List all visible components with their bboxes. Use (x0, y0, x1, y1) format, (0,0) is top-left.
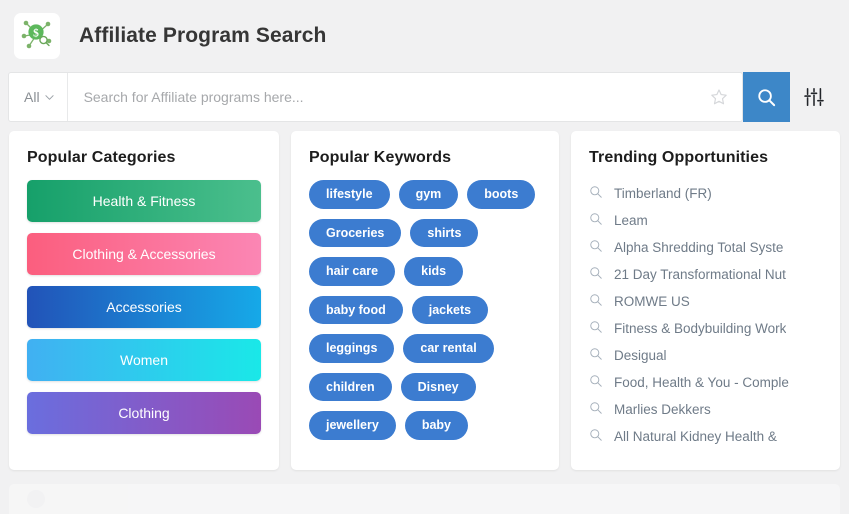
keyword-pill[interactable]: kids (404, 257, 464, 286)
trending-opportunities-panel: Trending Opportunities Timberland (FR) Le… (571, 131, 840, 470)
trending-item-label: Food, Health & You - Comple (614, 375, 789, 390)
keyword-pill[interactable]: Groceries (309, 218, 402, 247)
search-icon (589, 428, 603, 445)
trending-item-label: Fitness & Bodybuilding Work (614, 321, 787, 336)
trending-item-label: Marlies Dekkers (614, 402, 711, 417)
sliders-filter-icon (804, 87, 824, 107)
app-header: $ Affiliate Program Search (0, 0, 849, 72)
search-icon (589, 239, 603, 256)
keyword-pill[interactable]: shirts (410, 218, 479, 247)
search-icon (589, 266, 603, 283)
trending-item-label: Alpha Shredding Total Syste (614, 240, 784, 255)
trending-item-label: Timberland (FR) (614, 186, 712, 201)
popular-keywords-panel: Popular Keywords lifestyle gym boots Grocer… (291, 131, 559, 470)
search-bar: All (8, 72, 841, 122)
keyword-pill[interactable]: children (309, 372, 392, 401)
category-button[interactable]: Clothing & Accessories (27, 233, 261, 275)
sort-order-button[interactable] (838, 72, 849, 122)
trending-item[interactable]: Desigual (589, 342, 822, 369)
favorite-search-button[interactable] (706, 73, 742, 121)
keyword-pill[interactable]: hair care (309, 257, 396, 286)
keyword-pill[interactable]: leggings (309, 334, 395, 363)
keyword-pill[interactable]: jackets (411, 295, 489, 324)
trending-item-label: Leam (614, 213, 648, 228)
keyword-pill[interactable]: gym (398, 180, 459, 209)
trending-item[interactable]: Fitness & Bodybuilding Work (589, 315, 822, 342)
search-icon (589, 212, 603, 229)
popular-categories-title: Popular Categories (27, 149, 176, 166)
category-button-label: Health & Fitness (92, 193, 196, 209)
search-field-group: All (8, 72, 743, 122)
keyword-pill[interactable]: baby (404, 411, 469, 440)
trending-item-label: 21 Day Transformational Nut (614, 267, 786, 282)
keyword-pill[interactable]: car rental (403, 334, 494, 363)
search-icon (589, 293, 603, 310)
category-button[interactable]: Health & Fitness (27, 180, 261, 222)
keyword-pill[interactable]: boots (467, 180, 536, 209)
page-title: Affiliate Program Search (79, 24, 327, 47)
panels-row: Popular Categories Health & Fitness Cloth… (0, 122, 849, 470)
popular-categories-panel: Popular Categories Health & Fitness Cloth… (9, 131, 279, 470)
search-icon (589, 185, 603, 202)
trending-item-label: All Natural Kidney Health & (614, 429, 777, 444)
keyword-pill[interactable]: jewellery (309, 411, 396, 440)
trending-item-label: ROMWE US (614, 294, 690, 309)
trending-item-label: Desigual (614, 348, 667, 363)
filter-settings-button[interactable] (790, 72, 838, 122)
bottom-partial-card (9, 484, 840, 514)
category-button[interactable]: Women (27, 339, 261, 381)
search-icon (589, 401, 603, 418)
category-button[interactable]: Clothing (27, 392, 261, 434)
trending-item[interactable]: Timberland (FR) (589, 180, 822, 207)
category-button[interactable]: Accessories (27, 286, 261, 328)
app-logo: $ (14, 13, 60, 59)
trending-item[interactable]: 21 Day Transformational Nut (589, 261, 822, 288)
search-icon (589, 347, 603, 364)
trending-list: Timberland (FR) Leam Alpha Shredding Total… (589, 180, 822, 450)
category-button-label: Clothing & Accessories (72, 246, 216, 262)
svg-text:$: $ (33, 26, 39, 39)
search-icon (589, 320, 603, 337)
keyword-pill[interactable]: baby food (309, 295, 403, 324)
trending-opportunities-title: Trending Opportunities (589, 149, 769, 166)
chevron-down-icon (44, 94, 54, 100)
trending-item[interactable]: Food, Health & You - Comple (589, 369, 822, 396)
trending-item[interactable]: Alpha Shredding Total Syste (589, 234, 822, 261)
category-button-label: Women (120, 352, 168, 368)
bottom-partial-avatar (27, 490, 45, 508)
category-button-label: Accessories (106, 299, 182, 315)
keyword-list: lifestyle gym boots Groceries shirts hair car… (309, 180, 541, 440)
search-scope-dropdown[interactable]: All (9, 73, 68, 121)
keyword-pill[interactable]: lifestyle (309, 180, 390, 209)
search-submit-button[interactable] (743, 72, 790, 122)
keyword-pill[interactable]: Disney (400, 372, 476, 401)
popular-keywords-title: Popular Keywords (309, 149, 452, 166)
search-icon (589, 374, 603, 391)
affiliate-network-dollar-search-icon: $ (20, 17, 54, 56)
search-scope-label: All (24, 89, 40, 105)
search-input[interactable] (67, 73, 706, 121)
trending-item[interactable]: Marlies Dekkers (589, 396, 822, 423)
search-icon (758, 88, 776, 106)
trending-item[interactable]: ROMWE US (589, 288, 822, 315)
trending-item[interactable]: Leam (589, 207, 822, 234)
star-outline-icon (711, 89, 727, 105)
category-button-label: Clothing (118, 405, 170, 421)
trending-item[interactable]: All Natural Kidney Health & (589, 423, 822, 450)
category-list: Health & Fitness Clothing & Accessories Ac… (27, 180, 261, 434)
